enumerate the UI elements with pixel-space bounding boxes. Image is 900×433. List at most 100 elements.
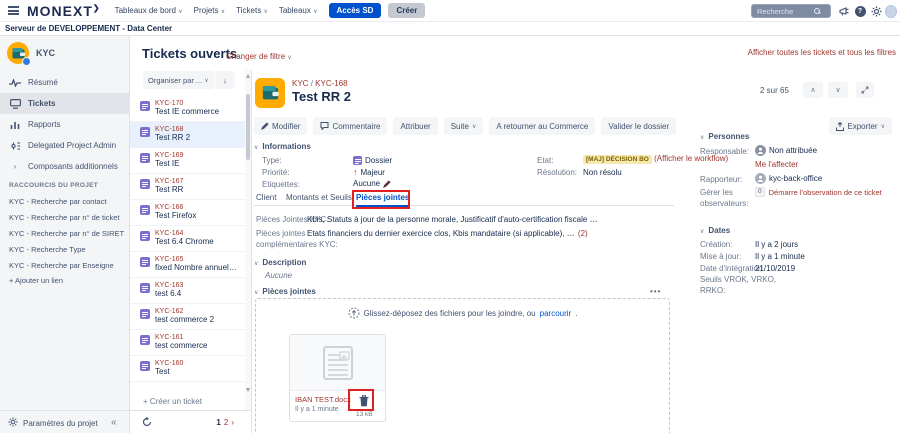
breadcrumb-project-link[interactable]: KYC [292,79,308,88]
project-settings-label[interactable]: Paramètres du projet [23,419,98,428]
attachment-count[interactable]: (2) [578,229,588,238]
gear-icon[interactable] [870,5,882,17]
assignee-value[interactable]: Non attribuée [755,145,817,156]
shortcut-recherche-contact[interactable]: KYC - Recherche par contact [9,194,127,210]
file-dropzone[interactable]: Glissez-déposez des fichiers pour les jo… [255,298,670,433]
reporter-avatar-icon [755,173,766,184]
search-box[interactable] [751,4,831,18]
search-input[interactable] [752,7,814,16]
next-ticket-button[interactable]: ∨ [828,82,848,98]
ticket-row-selected[interactable]: KYC-168Test RR 2 [130,122,246,148]
ticket-row[interactable]: KYC-159 [130,382,246,384]
create-ticket-link[interactable]: + Créer un ticket [143,397,202,406]
status-badge: [MAJ] DÉCISION BO [583,155,652,164]
shortcut-recherche-ticket[interactable]: KYC - Recherche par n° de ticket [9,210,127,226]
nav-projets[interactable]: Projets ∨ [194,6,226,15]
order-by-dropdown[interactable]: Organiser par ... ∨ [143,71,214,89]
previous-ticket-button[interactable]: ∧ [803,82,823,98]
shortcut-recherche-enseigne[interactable]: KYC - Recherche par Enseigne [9,258,127,274]
people-section-header[interactable]: ∨Personnes [700,132,749,141]
dates-section-header[interactable]: ∨Dates [700,226,730,235]
ticket-row[interactable]: KYC-164Test 6.4 Chrome [130,226,246,252]
labels-value: Aucune [353,179,391,188]
attachment-file-size: 13 kB [356,411,373,418]
chevron-down-icon: ∨ [313,9,317,15]
ticket-row[interactable]: KYC-161test commerce [130,330,246,356]
page-2[interactable]: 2 [224,418,228,427]
sidebar-item-rapports[interactable]: Rapports [0,114,130,135]
nav-tableaux[interactable]: Tableaux ∨ [279,6,318,15]
comment-button[interactable]: Commentaire [313,117,387,135]
watchers-value: 0 Démarre l'observation de ce ticket [755,187,882,197]
description-section-header[interactable]: ∨Description [254,258,306,267]
nav-tableaux-de-bord[interactable]: Tableaux de bord ∨ [115,6,183,15]
admin-gear-icon [9,140,21,152]
list-scrollbar[interactable] [245,70,251,410]
attachment-card[interactable]: IBAN TEST.docx Il y a 1 minute 13 kB [289,334,386,422]
attachments-menu-dots[interactable]: ••• [650,287,661,296]
ticket-rows: KYC-170Test IE commerce KYC-168Test RR 2… [130,96,246,384]
return-to-commerce-button[interactable]: A retourner au Commerce [489,117,595,135]
ticket-row[interactable]: KYC-160Test [130,356,246,382]
user-avatar[interactable] [885,5,897,17]
search-icon [814,8,821,15]
refresh-icon[interactable] [142,417,152,427]
more-actions-button[interactable]: Suite ∨ [444,117,484,135]
sidebar-item-delegated-admin[interactable]: Delegated Project Admin [0,135,130,156]
ticket-row[interactable]: KYC-163test 6.4 [130,278,246,304]
breadcrumb-ticket-link[interactable]: KYC-168 [315,79,347,88]
shortcut-recherche-type[interactable]: KYC - Recherche Type [9,242,127,258]
collapse-sidebar-button[interactable]: « [111,417,117,428]
ellipsis-more[interactable]: … [590,215,599,224]
acces-sd-button[interactable]: Accès SD [329,3,382,18]
browse-files-link[interactable]: parcourir [540,309,572,318]
ticket-row[interactable]: KYC-166Test Firefox [130,200,246,226]
pencil-icon[interactable] [383,180,391,188]
change-filter-link[interactable]: Changer de filtre ∨ [226,52,292,61]
page-1[interactable]: 1 [216,418,220,427]
sidebar-item-tickets[interactable]: Tickets [0,93,130,114]
attachment-file-name[interactable]: IBAN TEST.docx [295,395,353,404]
help-icon[interactable]: ? [854,5,866,17]
page-next-arrow[interactable]: › [231,418,234,427]
integration-date-label-1: Date d'intégration [700,264,762,273]
tab-montants-et-seuils[interactable]: Montants et Seuils [286,193,352,202]
nav-tickets[interactable]: Tickets ∨ [236,6,268,15]
tab-client[interactable]: Client [256,193,276,202]
validate-dossier-button[interactable]: Valider le dossier [601,117,676,135]
expand-icon[interactable] [856,82,874,98]
ticket-row[interactable]: KYC-167Test RR [130,174,246,200]
add-link-button[interactable]: + Ajouter un lien [9,276,63,285]
hamburger-menu-icon[interactable] [8,6,19,15]
create-button[interactable]: Créer [388,3,425,18]
shortcut-recherche-siret[interactable]: KYC - Recherche par n° de SIRET [9,226,127,242]
sort-direction-button[interactable]: ↓ [215,71,235,89]
sidebar-item-resume[interactable]: Résumé [0,72,130,93]
scrollbar-thumb[interactable] [246,94,250,160]
edit-button[interactable]: Modifier [254,117,307,135]
ticket-row[interactable]: KYC-165fixed Nombre annuel d... [130,252,246,278]
project-header[interactable]: KYC [7,42,55,64]
ellipsis-more[interactable]: … [567,229,576,238]
ticket-type-icon [140,283,150,293]
settings-gear-icon[interactable] [8,417,18,427]
trash-icon[interactable] [356,393,372,408]
megaphone-icon[interactable] [838,5,850,17]
attachments-section-header[interactable]: ∨Pièces jointes [254,287,316,296]
ticket-row[interactable]: KYC-169Test IE [130,148,246,174]
assign-button[interactable]: Attribuer [393,117,437,135]
show-all-tickets-link[interactable]: Afficher toutes les tickets et tous les … [748,48,896,57]
export-button[interactable]: Exporter ∨ [829,117,892,135]
monext-logo[interactable]: MONEXT❯ [27,3,101,19]
scroll-down-arrow[interactable] [246,388,250,392]
ticket-row[interactable]: KYC-162test commerce 2 [130,304,246,330]
sidebar-item-composants[interactable]: › Composants additionnels [0,156,130,177]
tab-pieces-jointes[interactable]: Pièces jointes [356,193,409,207]
watchers-count-badge[interactable]: 0 [755,187,765,197]
informations-section-header[interactable]: ∨Informations [254,142,311,151]
start-watching-link[interactable]: Démarre l'observation de ce ticket [769,188,882,197]
assign-to-me-link[interactable]: Me l'affecter [755,160,798,169]
reporter-value[interactable]: kyc-back-office [755,173,822,184]
scroll-up-arrow[interactable] [246,74,250,78]
ticket-row[interactable]: KYC-170Test IE commerce [130,96,246,122]
